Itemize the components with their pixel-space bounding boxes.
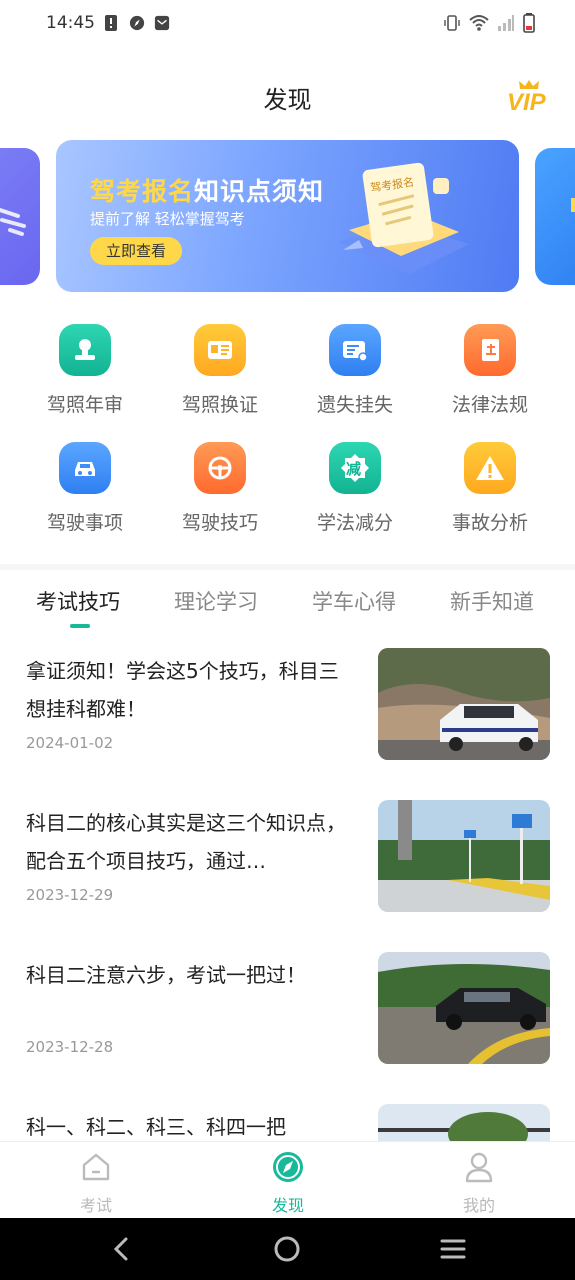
- service-label: 驾照年审: [46, 394, 123, 416]
- service-label: 学法减分: [316, 512, 393, 534]
- article-title: 拿证须知！学会这5个技巧，科目三想挂科都难！: [26, 659, 339, 721]
- service-driving-matters[interactable]: 驾驶事项: [20, 442, 150, 552]
- svg-text:减: 减: [346, 460, 361, 478]
- tab-theory-study[interactable]: 理论学习: [174, 586, 258, 616]
- service-label: 驾驶技巧: [181, 512, 258, 534]
- nav-exam[interactable]: 考试: [56, 1150, 136, 1216]
- service-license-renewal[interactable]: 驾照换证: [155, 324, 285, 434]
- nav-mine[interactable]: 我的: [439, 1150, 519, 1216]
- article-item[interactable]: 拿证须知！学会这5个技巧，科目三想挂科都难！ 2024-01-02: [0, 646, 575, 776]
- banner-book-illustration: 驾考报名: [339, 162, 469, 274]
- service-license-review[interactable]: 驾照年审: [20, 324, 150, 434]
- article-date: 2024-01-02: [26, 734, 114, 752]
- section-divider: [0, 564, 575, 570]
- vibrate-icon: [444, 15, 460, 31]
- id-card-lost-icon: [329, 324, 381, 376]
- tab-newbie-knowledge[interactable]: 新手知道: [450, 586, 534, 616]
- nav-label: 发现: [271, 1196, 304, 1215]
- banner-subtitle: 提前了解 轻松掌握驾考: [90, 210, 245, 228]
- article-date: 2023-12-28: [26, 1038, 114, 1056]
- nav-label: 我的: [462, 1196, 495, 1215]
- service-laws[interactable]: 法律法规: [425, 324, 555, 434]
- tab-active-indicator: [70, 624, 90, 628]
- battery-icon: [523, 13, 535, 33]
- license-card-icon: [194, 324, 246, 376]
- service-label: 驾驶事项: [46, 512, 123, 534]
- warning-icon: [464, 442, 516, 494]
- steering-wheel-icon: [194, 442, 246, 494]
- service-reduce-points[interactable]: 减 学法减分: [290, 442, 420, 552]
- compass-notification-icon: [129, 15, 145, 31]
- bottom-nav: 考试 发现 我的: [0, 1141, 575, 1218]
- article-item[interactable]: 科目二的核心其实是这三个知识点，配合五个项目技巧，通过… 2023-12-29: [0, 798, 575, 928]
- nav-discover[interactable]: 发现: [248, 1150, 328, 1216]
- status-time: 14:45: [46, 13, 95, 33]
- banner-next-card[interactable]: [535, 148, 575, 285]
- nav-label: 考试: [79, 1196, 112, 1215]
- banner-title-rest: 知识点须知: [194, 177, 325, 206]
- recents-menu-icon[interactable]: [438, 1234, 468, 1264]
- service-label: 驾照换证: [181, 394, 258, 416]
- article-thumbnail: [378, 952, 550, 1064]
- banner-prev-card[interactable]: [0, 148, 40, 285]
- status-bar: 14:45: [0, 0, 575, 48]
- banner-title-highlight: 驾考报名: [90, 177, 195, 206]
- compass-icon: [273, 1152, 303, 1182]
- car-icon: [59, 442, 111, 494]
- law-book-icon: [464, 324, 516, 376]
- home-icon: [82, 1153, 110, 1181]
- wifi-icon: [469, 15, 489, 31]
- vip-text: VIP: [507, 89, 547, 114]
- banner-card[interactable]: 驾考报名知识点须知 提前了解 轻松掌握驾考 立即查看 驾考报名: [56, 140, 519, 292]
- header: 发现 VIP: [0, 70, 575, 122]
- service-report-lost[interactable]: 遗失挂失: [290, 324, 420, 434]
- article-item[interactable]: 科目二注意六步，考试一把过！ 2023-12-28: [0, 950, 575, 1080]
- status-indicators: [443, 13, 535, 33]
- page-title: 发现: [263, 86, 312, 114]
- home-button-icon[interactable]: [272, 1234, 302, 1264]
- tab-learning-experience[interactable]: 学车心得: [312, 586, 396, 616]
- user-icon: [465, 1152, 493, 1183]
- banner-title: 驾考报名知识点须知: [90, 172, 324, 208]
- article-date: 2023-12-29: [26, 886, 114, 904]
- service-label: 遗失挂失: [316, 394, 393, 416]
- service-label: 法律法规: [451, 394, 528, 416]
- vip-crown-icon[interactable]: VIP: [505, 78, 551, 114]
- article-title: 科目二的核心其实是这三个知识点，配合五个项目技巧，通过…: [26, 811, 346, 873]
- alert-notification-icon: [105, 15, 117, 31]
- signal-icon: [498, 15, 514, 31]
- tab-exam-tips[interactable]: 考试技巧: [36, 586, 120, 616]
- banner-view-button[interactable]: 立即查看: [90, 237, 182, 265]
- service-driving-skills[interactable]: 驾驶技巧: [155, 442, 285, 552]
- reduce-points-icon: 减: [329, 442, 381, 494]
- article-title: 科目二注意六步，考试一把过！: [26, 963, 306, 987]
- service-label: 事故分析: [451, 512, 528, 534]
- mail-notification-icon: [154, 15, 170, 31]
- back-icon[interactable]: [106, 1234, 136, 1264]
- article-thumbnail: [378, 800, 550, 912]
- article-thumbnail: [378, 648, 550, 760]
- article-tabs: 考试技巧 理论学习 学车心得 新手知道: [0, 580, 575, 630]
- service-accident-analysis[interactable]: 事故分析: [425, 442, 555, 552]
- system-nav-bar: [0, 1218, 575, 1280]
- stamp-icon: [59, 324, 111, 376]
